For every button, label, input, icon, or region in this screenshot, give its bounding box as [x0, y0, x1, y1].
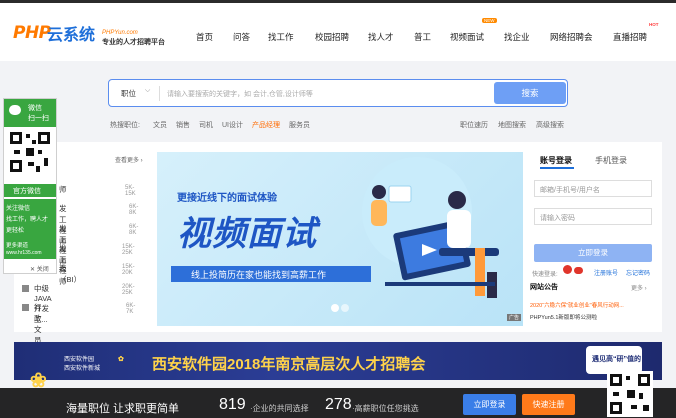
tab-underline	[540, 167, 574, 169]
notice-item[interactable]: PHPYun5.1新版即将公测啦	[530, 313, 597, 321]
more-categories-link[interactable]: 查看更多 ›	[115, 155, 143, 164]
nav-item-fair[interactable]: 网络招聘会	[550, 31, 593, 43]
hot-item[interactable]: 司机	[199, 120, 213, 130]
org1: 西安软件园	[64, 357, 95, 363]
nav-item-talent[interactable]: 找人才	[368, 31, 394, 43]
qr-site: www.hr135.com	[6, 250, 42, 256]
hot-item[interactable]: 服务员	[289, 120, 310, 130]
nav-item-live[interactable]: 直播招聘	[613, 31, 647, 43]
org2: 西安软件新城	[64, 366, 101, 372]
nav-item-campus[interactable]: 校园招聘	[315, 31, 349, 43]
register-link[interactable]: 注册账号	[594, 268, 618, 277]
login-panel: 账号登录 手机登录 邮箱/手机号/用户名 请输入密码 立即登录 快速登录: 注册…	[530, 148, 658, 330]
job-fair-banner[interactable]: 西安软件园 西安软件新城 ✿ 西安软件园2018年南京高层次人才招聘会 遇见高“…	[14, 342, 662, 380]
footer-unit-2: ·高薪职位任您挑选	[352, 404, 419, 413]
quick-login-label: 快速登录:	[532, 272, 558, 278]
resume-link[interactable]: 职位速历	[460, 120, 488, 130]
category-icon	[22, 303, 29, 311]
notice-item[interactable]: 2020“六稳六保”就业创业”春风行动网...	[530, 301, 656, 309]
tab-phone-login[interactable]: 手机登录	[595, 155, 627, 166]
footer-login-button[interactable]: 立即登录	[463, 394, 516, 415]
qq-icon[interactable]	[574, 267, 583, 274]
header-nav: PHP 云系统 PHPYun.com 专业的人才招聘平台 首页 问答 找工作 校…	[0, 3, 676, 61]
wechat-qr-float: 微信 扫一扫 官方微信 关注微信 找工作，聘人才 更轻松 更多渠道 www.hr…	[3, 98, 57, 274]
username-field[interactable]: 邮箱/手机号/用户名	[534, 180, 652, 197]
footer-deco: ❀	[30, 370, 47, 392]
search-input[interactable]: 请输入要搜索的关键字，如 会计,仓管,设计师等	[167, 89, 313, 99]
nav-item-jobs[interactable]: 找工作	[268, 31, 294, 43]
search-button[interactable]: 搜索	[494, 82, 566, 104]
search-bar: 职位 ⌵ 请输入要搜索的关键字，如 会计,仓管,设计师等 搜索	[108, 79, 568, 107]
logo-brand[interactable]: PHP	[13, 23, 51, 43]
nav-item-company[interactable]: 找企业	[504, 31, 530, 43]
notice-more-link[interactable]: 更多 ›	[631, 283, 647, 292]
hot-badge: HOT	[649, 22, 659, 27]
weibo-icon[interactable]	[563, 265, 572, 274]
hot-item[interactable]: 文员	[153, 120, 167, 130]
banner-title: 西安软件园2018年南京高层次人才招聘会	[152, 356, 426, 373]
footer-count-2: 278	[325, 396, 352, 413]
hot-item[interactable]: 销售	[176, 120, 190, 130]
advanced-search-link[interactable]: 高级搜索	[536, 120, 564, 130]
bottom-register-bar: ❀ 海量职位 让求职更简单 819 ·企业的共同选择 278 ·高薪职位任您挑选…	[0, 370, 676, 418]
search-divider	[159, 86, 160, 101]
qr-more[interactable]: 更多渠道	[6, 241, 28, 249]
footer-count-1: 819	[219, 396, 246, 413]
logo-cn[interactable]: 云系统	[47, 21, 95, 45]
qr-title2: 扫一扫	[28, 115, 49, 122]
wechat-icon	[9, 105, 21, 115]
category-icon	[22, 284, 29, 292]
ad-label: 广告	[507, 314, 522, 321]
footer-unit-1: ·企业的共同选择	[250, 404, 309, 413]
nav-item-worker[interactable]: 普工	[414, 31, 431, 43]
nav-item-home[interactable]: 首页	[196, 31, 213, 43]
qr-label: 官方微信	[13, 188, 41, 195]
hot-search-label: 热搜职位:	[110, 122, 140, 129]
footer-slogan: 海量职位 让求职更简单	[66, 403, 180, 415]
qr-text: 找工作，聘人才	[6, 217, 49, 223]
logo-domain: PHPYun.com	[102, 30, 138, 36]
search-type-select[interactable]: 职位	[121, 88, 136, 99]
forgot-password-link[interactable]: 忘记密码	[626, 268, 650, 277]
hot-item-active[interactable]: 产品经理	[252, 120, 280, 130]
login-button[interactable]: 立即登录	[534, 244, 652, 262]
nav-item-video[interactable]: 视频面试	[450, 31, 484, 43]
banner-line3: 线上投简历在家也能找到高薪工作	[191, 270, 327, 280]
notice-title: 网站公告	[530, 284, 558, 291]
hot-item[interactable]: UI设计	[222, 120, 243, 130]
nav-item-qa[interactable]: 问答	[233, 31, 250, 43]
qr-code-icon	[8, 130, 52, 174]
qr-text: 更轻松	[6, 228, 25, 234]
logo-mark: ✿	[118, 356, 124, 363]
banner-line2: 视频面试	[177, 215, 317, 253]
logo-slogan: 专业的人才招聘平台	[102, 39, 165, 46]
map-search-link[interactable]: 地图搜索	[498, 120, 526, 130]
chevron-down-icon[interactable]: ⌵	[145, 87, 150, 95]
qr-title1: 微信	[28, 105, 42, 112]
new-badge: NEW	[482, 18, 497, 23]
qr-code-icon	[607, 371, 653, 417]
video-interview-banner[interactable]: 更接近线下的面试体验 视频面试 线上投简历在家也能找到高薪工作 广告	[157, 152, 523, 326]
password-field[interactable]: 请输入密码	[534, 208, 652, 225]
footer-register-button[interactable]: 快速注册	[522, 394, 575, 415]
qr-text: 关注微信	[6, 206, 31, 212]
close-button[interactable]: ✕ 关闭	[30, 264, 49, 273]
tab-account-login[interactable]: 账号登录	[540, 155, 572, 166]
banner-line1: 更接近线下的面试体验	[177, 193, 277, 204]
banner-right-text: 遇见高“研”值的	[592, 356, 641, 363]
